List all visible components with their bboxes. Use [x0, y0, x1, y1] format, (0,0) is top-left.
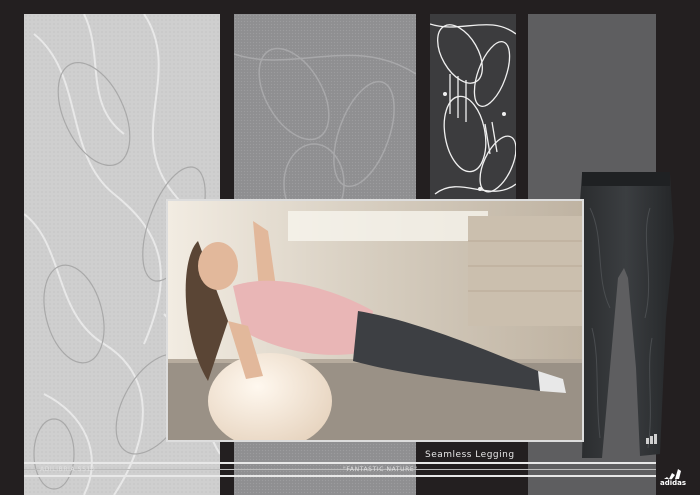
collection-name: ADILIBRIA SS10 [40, 466, 96, 473]
brand-wordmark: adidas [660, 479, 687, 487]
leggings-product-image [578, 172, 674, 458]
pattern-panel-dark [430, 14, 516, 208]
leaf-pattern-dark [430, 14, 516, 208]
footer-rule-bottom [24, 475, 656, 477]
footer-rule-mid [24, 469, 656, 470]
product-caption: Seamless Legging [425, 450, 515, 460]
lifestyle-photo-scene [168, 201, 582, 440]
lifestyle-photo [168, 201, 582, 440]
theme-name: "FANTASTIC NATURE" [343, 466, 418, 473]
footer-rule-top [24, 462, 656, 464]
